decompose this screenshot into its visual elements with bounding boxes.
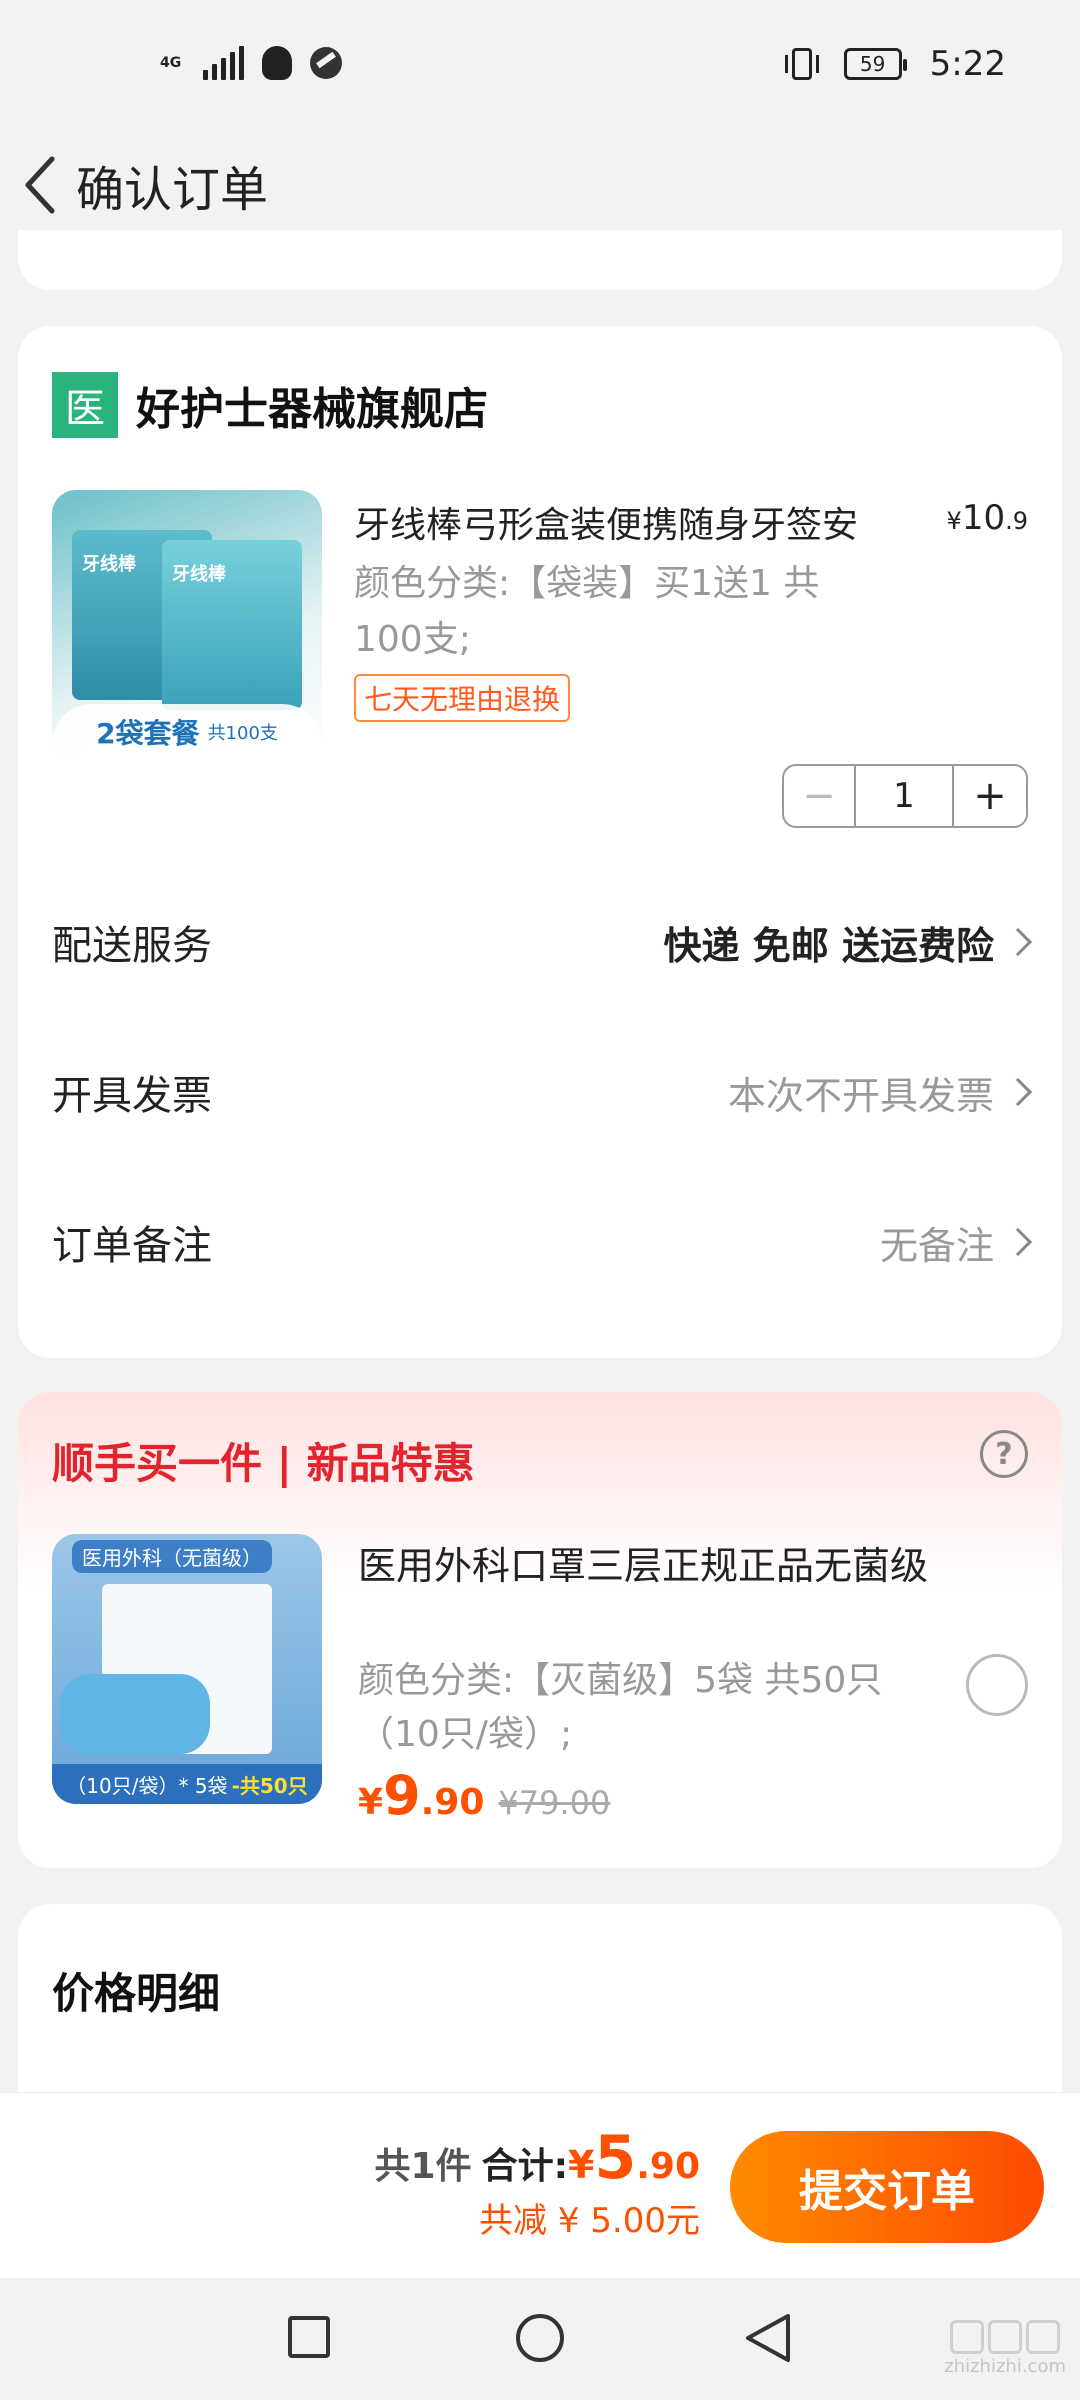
total-line: 共1件 合计: ¥ 5 .90 (375, 2123, 700, 2193)
submit-order-button[interactable]: 提交订单 (730, 2131, 1044, 2243)
shop-logo: 医 (52, 372, 118, 438)
shop-header[interactable]: 医 好护士器械旗舰店 (52, 372, 488, 438)
price-symbol: ¥ (358, 1782, 384, 1823)
shop-name: 好护士器械旗舰店 (136, 384, 488, 435)
price-int: 9 (383, 1764, 421, 1827)
total-dec: .90 (636, 2146, 700, 2187)
browser-icon (310, 47, 343, 79)
recents-icon[interactable] (288, 2316, 330, 2358)
chevron-right-icon (1003, 927, 1033, 957)
package-label: 牙线棒 (172, 564, 226, 585)
chevron-right-icon (1003, 1077, 1033, 1107)
network-type: 4G (160, 55, 182, 71)
watermark-text: zhizhizhi.com (944, 2356, 1066, 2377)
row-label: 订单备注 (52, 1223, 212, 1269)
home-icon[interactable] (516, 2314, 564, 2362)
status-right: 59 5:22 (784, 44, 1006, 84)
product-spec[interactable]: 颜色分类:【袋装】买1送1 共100支; (354, 556, 874, 668)
image-band: （10只/袋）* 5袋 -共50只 (52, 1764, 322, 1804)
row-value: 快递 免邮 送运费险 (663, 915, 1033, 970)
increase-button[interactable]: + (954, 766, 1026, 826)
back-icon[interactable] (10, 145, 70, 225)
return-policy-badge: 七天无理由退换 (354, 674, 571, 722)
nav-back-icon[interactable] (744, 2312, 792, 2368)
order-note-row[interactable]: 订单备注 无备注 (52, 1202, 1033, 1282)
image-top-label: 医用外科（无菌级） (72, 1540, 272, 1573)
help-icon[interactable]: ? (980, 1430, 1028, 1478)
invoice-value: 本次不开具发票 (727, 1073, 994, 1118)
row-label: 开具发票 (52, 1073, 212, 1119)
addon-price: ¥ 9 .90 ¥79.00 (358, 1764, 610, 1827)
shop-card: 医 好护士器械旗舰店 牙线棒 牙线棒 2袋套餐 共100支 牙线棒弓形盒装便携随… (18, 326, 1062, 1358)
invoice-row[interactable]: 开具发票 本次不开具发票 (52, 1052, 1033, 1132)
product-image[interactable]: 牙线棒 牙线棒 2袋套餐 共100支 (52, 490, 322, 760)
image-band: 2袋套餐 共100支 (52, 704, 322, 760)
price-detail-title: 价格明细 (52, 1969, 221, 2018)
header: 确认订单 (0, 130, 1080, 240)
image-band-main: 2袋套餐 (96, 717, 200, 750)
page-title: 确认订单 (76, 162, 269, 218)
note-value: 无备注 (879, 1223, 994, 1268)
battery-icon: 59 (843, 48, 907, 80)
chevron-right-icon (1003, 1227, 1033, 1257)
status-left: 4G (160, 46, 343, 80)
package-back: 牙线棒 (162, 540, 302, 710)
row-value: 无备注 (879, 1215, 1033, 1270)
status-bar: 4G 59 5:22 (0, 0, 1080, 130)
price-dec: .90 (420, 1782, 485, 1823)
addon-product-name[interactable]: 医用外科口罩三层正规正品无菌级 (358, 1538, 938, 1594)
address-card[interactable] (18, 230, 1062, 290)
addon-card: 顺手买一件 | 新品特惠 ? 医用外科（无菌级） （10只/袋）* 5袋 -共50… (18, 1392, 1062, 1868)
item-count: 共1件 (374, 2146, 472, 2187)
quantity-stepper: − 1 + (782, 764, 1028, 828)
signal-icon (203, 46, 245, 80)
battery-level: 59 (859, 52, 886, 76)
price-dec: .9 (1005, 507, 1028, 535)
system-nav-bar (0, 2278, 1080, 2400)
qq-icon (262, 46, 293, 80)
quantity-value[interactable]: 1 (856, 766, 954, 826)
image-band-sub: 共100支 (207, 723, 278, 744)
watermark: zhizhizhi.com (944, 2320, 1066, 2377)
original-price: ¥79.00 (498, 1784, 611, 1822)
package-label: 牙线棒 (82, 554, 136, 575)
addon-title: 顺手买一件 | 新品特惠 (52, 1439, 475, 1488)
discount-total: 共减 ¥ 5.00元 (479, 2201, 700, 2241)
price-int: 10 (961, 498, 1006, 538)
price-symbol: ¥ (946, 507, 962, 535)
product-title[interactable]: 牙线棒弓形盒装便携随身牙签安 (354, 496, 914, 548)
vibrate-icon (784, 48, 819, 80)
addon-product-spec[interactable]: 颜色分类:【灭菌级】5袋 共50只（10只/袋）; (358, 1654, 958, 1762)
image-band-sub: -共50只 (231, 1773, 308, 1798)
checkout-bar: 共1件 合计: ¥ 5 .90 共减 ¥ 5.00元 提交订单 (0, 2092, 1080, 2278)
total-symbol: ¥ (568, 2143, 595, 2187)
delivery-value: 快递 免邮 送运费险 (663, 923, 994, 968)
total-label: 合计: (481, 2146, 569, 2187)
row-value: 本次不开具发票 (727, 1065, 1033, 1120)
addon-product-image[interactable]: 医用外科（无菌级） （10只/袋）* 5袋 -共50只 (52, 1534, 322, 1804)
product-price: ¥10.9 (947, 498, 1028, 538)
mask-shape (60, 1674, 210, 1754)
delivery-service-row[interactable]: 配送服务 快递 免邮 送运费险 (52, 902, 1033, 982)
total-int: 5 (594, 2123, 637, 2193)
clock: 5:22 (929, 44, 1006, 84)
image-band-main: （10只/袋）* 5袋 (66, 1773, 228, 1798)
decrease-button[interactable]: − (784, 766, 856, 826)
watermark-logo (944, 2320, 1066, 2354)
row-label: 配送服务 (52, 923, 212, 969)
addon-select-radio[interactable] (966, 1654, 1028, 1716)
